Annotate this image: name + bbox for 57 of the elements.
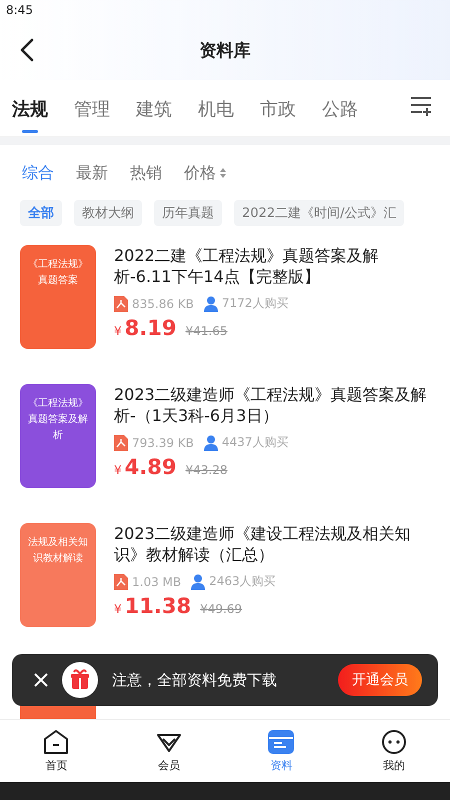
- buyer-count: 4437人购买: [222, 434, 288, 451]
- home-icon: [43, 729, 70, 755]
- back-icon[interactable]: [20, 38, 34, 62]
- nav-tab[interactable]: 我的: [364, 720, 424, 782]
- nav-tab[interactable]: 资料: [251, 720, 312, 782]
- file-size: 835.86 KB: [132, 296, 194, 310]
- status-time: 8:45: [6, 3, 33, 17]
- item-title[interactable]: 2023二级建造师《建设工程法规及相关知识》教材解读（汇总）: [114, 523, 430, 565]
- file-size: 1.03 MB: [132, 574, 182, 588]
- filter-chip[interactable]: 全部: [20, 200, 62, 226]
- price: 4.89: [124, 455, 176, 479]
- currency-sign: ¥: [114, 324, 122, 338]
- category-tab[interactable]: 市政: [260, 89, 296, 133]
- category-tab[interactable]: 公路: [322, 89, 358, 133]
- filter-chip[interactable]: 历年真题: [154, 200, 222, 226]
- item-title[interactable]: 2022二建《工程法规》真题答案及解析-6.11下午14点【完整版】: [114, 245, 430, 287]
- item-title[interactable]: 2023二级建造师《工程法规》真题答案及解析-（1天3科-6月3日）: [114, 384, 430, 426]
- price: 8.19: [124, 316, 176, 340]
- pdf-icon: [114, 434, 128, 450]
- open-membership-button[interactable]: 开通会员: [338, 664, 422, 696]
- sort-option[interactable]: 综合: [22, 162, 54, 184]
- file-size: 793.39 KB: [132, 436, 194, 450]
- category-tab[interactable]: 建筑: [136, 89, 172, 133]
- face-icon: [380, 729, 407, 755]
- category-tab[interactable]: 管理: [74, 89, 110, 133]
- sort-option[interactable]: 热销: [130, 162, 162, 184]
- pdf-icon: [114, 296, 128, 312]
- original-price: ¥49.69: [200, 602, 242, 616]
- original-price: ¥43.28: [185, 463, 228, 477]
- filter-chip[interactable]: 教材大纲: [74, 200, 142, 226]
- category-tab[interactable]: 法规: [12, 89, 48, 133]
- person-icon: [191, 574, 206, 590]
- sort-option[interactable]: 价格: [184, 162, 226, 184]
- sort-arrows-icon: [220, 168, 226, 178]
- person-icon: [204, 296, 218, 312]
- toast-message: 注意，全部资料免费下载: [112, 670, 278, 690]
- cover-text: 《工程法规》真题答案: [27, 258, 89, 288]
- gift-icon: [62, 662, 98, 698]
- buyer-count: 2463人购买: [209, 573, 276, 590]
- close-icon[interactable]: [34, 673, 48, 687]
- original-price: ¥41.65: [185, 324, 228, 338]
- cover-text: 法规及相关知识教材解读: [27, 536, 89, 566]
- cover-text: 《工程法规》真题答案及解析: [27, 396, 89, 443]
- pdf-icon: [114, 574, 128, 590]
- sort-option[interactable]: 最新: [76, 162, 108, 184]
- nav-tab[interactable]: 会员: [138, 720, 199, 782]
- price: 11.38: [124, 594, 192, 618]
- filter-chip[interactable]: 2022二建《时间/公式》汇: [234, 200, 404, 226]
- person-icon: [204, 434, 218, 450]
- category-tab[interactable]: 机电: [198, 89, 234, 133]
- page-title: 资料库: [200, 40, 250, 62]
- document-icon: [268, 729, 294, 755]
- nav-tab[interactable]: 首页: [26, 720, 86, 782]
- currency-sign: ¥: [114, 602, 122, 616]
- menu-add-icon[interactable]: [410, 96, 432, 116]
- currency-sign: ¥: [114, 463, 122, 477]
- buyer-count: 7172人购买: [222, 295, 288, 312]
